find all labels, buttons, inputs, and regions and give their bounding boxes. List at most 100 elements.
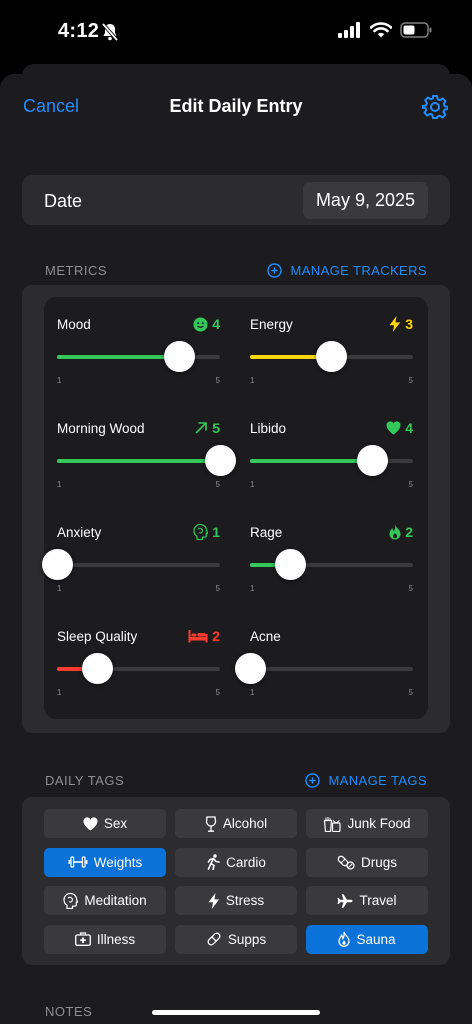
tag-sex[interactable]: Sex <box>44 809 166 838</box>
metric-slider[interactable] <box>250 341 413 372</box>
slider-thumb[interactable] <box>163 341 195 372</box>
tag-drugs[interactable]: Drugs <box>306 847 428 877</box>
slider-min-label: 1 <box>250 480 255 489</box>
metric-value: 2 <box>389 524 413 540</box>
metrics-card: Mood 4 1 5 Energy 3 1 5 Morning Wood 5 1… <box>22 285 450 733</box>
slider-min-label: 1 <box>57 584 62 593</box>
tag-travel[interactable]: Travel <box>306 886 428 915</box>
metric-value-number: 4 <box>405 420 413 436</box>
metric-slider[interactable] <box>57 653 220 684</box>
tag-label: Supps <box>227 931 267 947</box>
tag-cardio[interactable]: Cardio <box>175 847 297 877</box>
slider-max-label: 5 <box>215 688 220 697</box>
metric-value-number: 3 <box>405 316 413 332</box>
heart-icon <box>83 816 98 831</box>
battery-icon <box>400 22 432 43</box>
metric-value-number: 2 <box>405 524 413 540</box>
metric-sleep-quality: Sleep Quality 2 1 5 <box>57 609 220 699</box>
slider-thumb[interactable] <box>316 341 347 372</box>
gear-icon[interactable] <box>421 94 449 125</box>
metric-slider[interactable] <box>57 341 220 372</box>
metric-slider[interactable] <box>250 445 413 476</box>
tag-label: Sauna <box>356 931 396 947</box>
plus-circle-icon <box>267 263 283 278</box>
arrow-up-right-icon <box>194 421 208 435</box>
tag-supps[interactable]: Supps <box>175 924 297 954</box>
manage-tags-label: MANAGE TAGS <box>328 773 427 788</box>
slider-fill <box>250 459 373 463</box>
manage-trackers-label: MANAGE TRACKERS <box>290 263 427 278</box>
date-label: Date <box>44 191 83 211</box>
pill-icon <box>206 931 222 947</box>
home-indicator <box>152 1010 320 1015</box>
head-icon <box>193 524 209 540</box>
slider-thumb[interactable] <box>204 445 236 476</box>
wine-glass-icon <box>205 815 217 832</box>
metric-morning-wood: Morning Wood 5 1 5 <box>57 401 236 491</box>
metric-slider[interactable] <box>250 549 413 580</box>
tag-label: Junk Food <box>347 816 411 831</box>
notes-header: NOTES <box>45 1004 93 1019</box>
tag-stress[interactable]: Stress <box>175 886 297 915</box>
tag-illness[interactable]: Illness <box>44 924 166 954</box>
metric-anxiety: Anxiety 1 1 5 <box>41 505 220 595</box>
slider-min-label: 1 <box>57 376 62 385</box>
slider-max-label: 5 <box>215 480 220 489</box>
metric-name: Mood <box>57 317 91 332</box>
metric-value: 3 <box>389 316 413 332</box>
page-title: Edit Daily Entry <box>169 96 303 116</box>
pills-icon <box>337 854 355 870</box>
edit-entry-sheet: Cancel Edit Daily Entry Date May 9, 2025… <box>0 74 472 1024</box>
tag-label: Drugs <box>360 854 397 870</box>
takeout-icon <box>323 816 342 832</box>
slider-thumb[interactable] <box>41 549 73 580</box>
running-icon <box>206 854 220 870</box>
slider-min-label: 1 <box>250 688 255 697</box>
slider-max-label: 5 <box>215 584 220 593</box>
tag-weights[interactable]: Weights <box>44 847 166 877</box>
manage-trackers-button[interactable]: MANAGE TRACKERS <box>267 263 427 278</box>
tag-sauna[interactable]: Sauna <box>306 924 428 954</box>
bolt-icon <box>208 892 220 909</box>
metric-name: Libido <box>250 421 287 436</box>
metric-value: 5 <box>194 420 220 436</box>
tag-label: Travel <box>359 893 397 908</box>
date-picker[interactable]: May 9, 2025 <box>302 182 428 219</box>
slider-thumb[interactable] <box>275 549 307 580</box>
metrics-header: METRICS <box>45 263 107 278</box>
slider-max-label: 5 <box>408 376 413 385</box>
slider-min-label: 1 <box>57 688 62 697</box>
status-time: 4:12 <box>58 20 100 42</box>
navigation-bar: Cancel Edit Daily Entry <box>0 74 472 140</box>
slider-thumb[interactable] <box>234 653 266 684</box>
slider-min-label: 1 <box>250 584 255 593</box>
metric-name: Morning Wood <box>57 421 145 436</box>
slider-max-label: 5 <box>408 584 413 593</box>
slider-thumb[interactable] <box>82 653 114 684</box>
metric-slider[interactable] <box>41 549 220 580</box>
metric-value-number: 5 <box>212 420 220 436</box>
medkit-icon <box>74 932 91 946</box>
bolt-icon <box>389 316 401 332</box>
status-indicators <box>338 22 432 43</box>
slider-min-label: 1 <box>57 480 62 489</box>
tag-meditation[interactable]: Meditation <box>44 886 166 915</box>
metric-value: 1 <box>193 524 220 540</box>
metric-libido: Libido 4 1 5 <box>250 401 413 491</box>
tags-card: Sex Alcohol Junk Food Weights Cardio Dru… <box>22 797 450 965</box>
metric-slider[interactable] <box>57 445 236 476</box>
metric-name: Sleep Quality <box>57 629 138 644</box>
manage-tags-button[interactable]: MANAGE TAGS <box>305 773 427 788</box>
metric-value-number: 1 <box>212 524 220 540</box>
plus-circle-icon <box>305 773 321 788</box>
slider-thumb[interactable] <box>356 445 388 476</box>
status-bar: 4:12 <box>0 0 472 66</box>
tag-label: Cardio <box>226 854 266 870</box>
tag-junk-food[interactable]: Junk Food <box>306 809 428 838</box>
metric-name: Anxiety <box>57 525 102 540</box>
metric-slider[interactable] <box>234 653 413 684</box>
metric-mood: Mood 4 1 5 <box>57 297 220 387</box>
metrics-grid: Mood 4 1 5 Energy 3 1 5 Morning Wood 5 1… <box>41 297 428 719</box>
cellular-signal-icon <box>338 22 362 43</box>
tag-alcohol[interactable]: Alcohol <box>175 809 297 838</box>
